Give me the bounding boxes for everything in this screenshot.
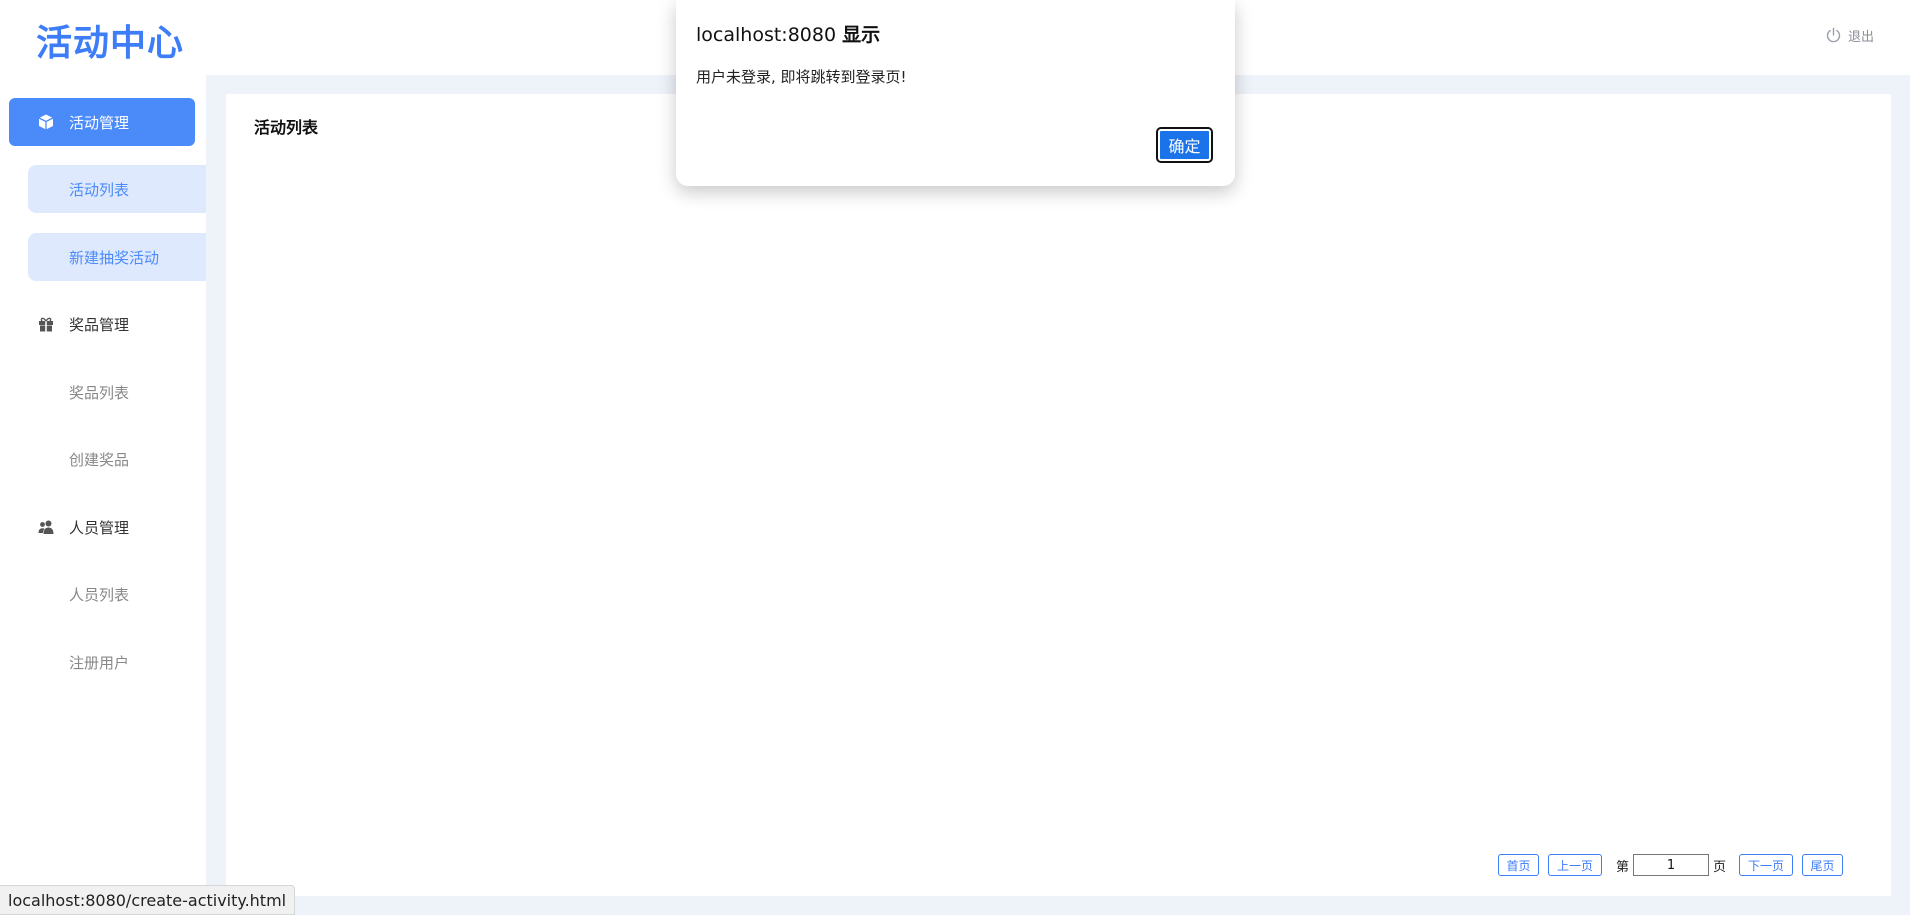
power-icon	[1825, 27, 1842, 44]
sidebar-item-label: 人员列表	[69, 585, 130, 604]
page-prefix: 第	[1616, 860, 1630, 875]
page-title: 活动列表	[254, 118, 319, 137]
next-page-button[interactable]: 下一页	[1739, 854, 1793, 876]
sidebar-item-label: 奖品列表	[69, 383, 130, 402]
first-page-button[interactable]: 首页	[1498, 854, 1539, 876]
last-page-button[interactable]: 尾页	[1802, 854, 1843, 876]
dialog-ok-button[interactable]: 确定	[1156, 127, 1213, 163]
sidebar-group-prizes[interactable]: 奖品管理	[9, 300, 195, 348]
dialog-title: localhost:8080 显示	[696, 20, 880, 47]
page-suffix: 页	[1713, 860, 1727, 875]
sidebar-item-label: 新建抽奖活动	[69, 248, 160, 267]
users-icon	[37, 518, 55, 536]
content-card	[226, 94, 1891, 896]
logout-button[interactable]: 退出	[1825, 26, 1874, 45]
link-status-bar: localhost:8080/create-activity.html	[0, 885, 296, 915]
sidebar-item-new-lottery[interactable]: 新建抽奖活动	[28, 233, 206, 281]
sidebar-item-create-prize[interactable]: 创建奖品	[28, 435, 206, 483]
sidebar-item-label: 注册用户	[69, 653, 130, 672]
sidebar-item-people-list[interactable]: 人员列表	[28, 570, 206, 618]
sidebar-item-register-user[interactable]: 注册用户	[28, 638, 206, 686]
prev-page-button[interactable]: 上一页	[1548, 854, 1602, 876]
sidebar-group-label: 奖品管理	[69, 315, 130, 334]
dialog-title-suffix: 显示	[842, 24, 881, 46]
logout-label: 退出	[1847, 30, 1874, 45]
sidebar-group-label: 人员管理	[69, 518, 130, 537]
sidebar-group-label: 活动管理	[69, 113, 130, 132]
sidebar-item-prize-list[interactable]: 奖品列表	[28, 368, 206, 416]
app-logo: 活动中心	[36, 23, 185, 64]
gift-icon	[37, 315, 55, 333]
cube-icon	[37, 113, 55, 131]
sidebar-group-activity[interactable]: 活动管理	[9, 98, 195, 146]
sidebar-item-label: 活动列表	[69, 180, 130, 199]
alert-dialog: localhost:8080 显示 用户未登录, 即将跳转到登录页! 确定	[676, 0, 1235, 186]
dialog-title-host: localhost:8080	[696, 24, 837, 46]
sidebar-item-label: 创建奖品	[69, 450, 130, 469]
sidebar-group-people[interactable]: 人员管理	[9, 503, 195, 551]
dialog-message: 用户未登录, 即将跳转到登录页!	[696, 68, 907, 86]
sidebar-item-activity-list[interactable]: 活动列表	[28, 165, 206, 213]
page-number-input[interactable]	[1633, 854, 1709, 876]
